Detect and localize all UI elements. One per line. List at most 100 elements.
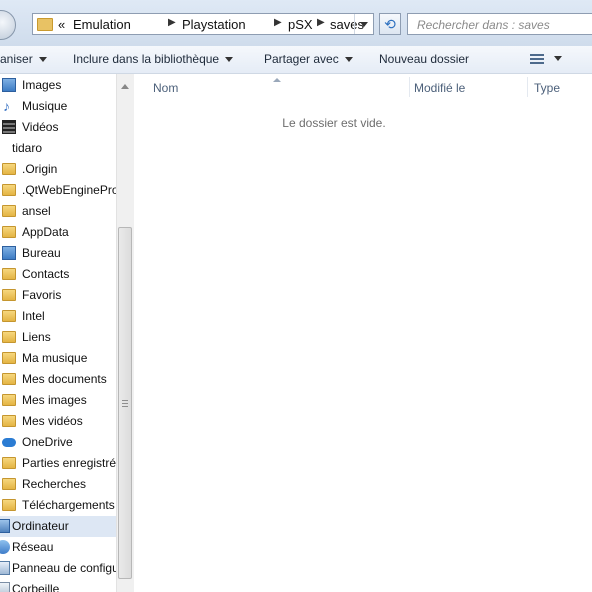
videos-library-icon — [2, 120, 16, 134]
nav-item-label: Réseau — [12, 540, 54, 554]
nav-item-panneau-configuration[interactable]: Panneau de configu — [0, 558, 116, 579]
column-divider[interactable] — [527, 77, 528, 97]
nav-item-label: Téléchargements — [22, 498, 115, 512]
chevron-down-icon[interactable] — [554, 56, 562, 65]
downloads-folder-icon — [2, 499, 16, 511]
include-library-button[interactable]: Inclure dans la bibliothèque — [73, 52, 234, 66]
nav-item-favoris[interactable]: Favoris — [0, 285, 116, 306]
nav-item-label: OneDrive — [22, 435, 73, 449]
nav-item-label: Favoris — [22, 288, 62, 302]
new-folder-button[interactable]: Nouveau dossier — [379, 52, 469, 66]
chevron-right-icon[interactable]: ▶ — [168, 17, 176, 28]
nav-item-ma-musique[interactable]: Ma musique — [0, 348, 116, 369]
breadcrumb-psx[interactable]: pSX — [288, 17, 313, 32]
music-folder-icon — [2, 352, 16, 364]
nav-item-label: Musique — [22, 99, 68, 113]
pictures-library-icon — [2, 78, 16, 92]
nav-item-label: .Origin — [22, 162, 58, 176]
nav-item-videos[interactable]: Vidéos — [0, 117, 116, 138]
folder-icon — [2, 184, 16, 196]
nav-item-label: AppData — [22, 225, 69, 239]
nav-item-musique[interactable]: ♪ Musique — [0, 96, 116, 117]
nav-item-label: Intel — [22, 309, 45, 323]
scroll-thumb[interactable] — [118, 227, 132, 579]
nav-item-contacts[interactable]: Contacts — [0, 264, 116, 285]
view-options-icon[interactable] — [530, 54, 544, 65]
nav-item-label: ansel — [22, 204, 51, 218]
column-divider[interactable] — [409, 77, 410, 97]
share-with-button[interactable]: Partager avec — [264, 52, 353, 66]
computer-icon — [0, 519, 10, 533]
nav-item-label: Mes documents — [22, 372, 107, 386]
nav-item-label: Vidéos — [22, 120, 59, 134]
nav-item-origin[interactable]: .Origin — [0, 159, 116, 180]
column-header-name[interactable]: Nom — [153, 81, 178, 95]
nav-item-label: Contacts — [22, 267, 70, 281]
chevron-down-icon — [225, 57, 234, 66]
breadcrumb-playstation[interactable]: Playstation — [182, 17, 246, 32]
control-panel-icon — [0, 561, 10, 575]
nav-item-bureau[interactable]: Bureau — [0, 243, 116, 264]
favorites-folder-icon — [2, 289, 16, 301]
nav-item-reseau[interactable]: Réseau — [0, 537, 116, 558]
nav-item-label: tidaro — [12, 141, 43, 155]
nav-item-label: Bureau — [22, 246, 61, 260]
nav-item-label: Mes vidéos — [22, 414, 83, 428]
nav-item-mes-images[interactable]: Mes images — [0, 390, 116, 411]
nav-item-telechargements[interactable]: Téléchargements — [0, 495, 116, 516]
contacts-folder-icon — [2, 268, 16, 280]
folder-icon — [2, 226, 16, 238]
nav-item-mes-documents[interactable]: Mes documents — [0, 369, 116, 390]
folder-icon — [37, 18, 53, 31]
nav-item-label: Ordinateur — [12, 519, 69, 533]
back-button[interactable] — [0, 10, 16, 40]
nav-item-label: Mes images — [22, 393, 87, 407]
nav-item-label: Recherches — [22, 477, 87, 491]
empty-folder-message: Le dossier est vide. — [134, 116, 592, 130]
nav-item-mes-videos[interactable]: Mes vidéos — [0, 411, 116, 432]
column-header-modified[interactable]: Modifié le — [414, 81, 465, 95]
music-library-icon: ♪ — [3, 98, 10, 114]
nav-item-onedrive[interactable]: OneDrive — [0, 432, 116, 453]
share-with-label: Partager avec — [264, 52, 339, 66]
breadcrumb-overflow[interactable]: « — [58, 17, 65, 32]
command-bar: aniser Inclure dans la bibliothèque Part… — [0, 46, 592, 74]
scroll-up-arrow-icon[interactable] — [121, 80, 129, 89]
nav-item-recherches[interactable]: Recherches — [0, 474, 116, 495]
nav-item-ordinateur[interactable]: Ordinateur — [0, 516, 116, 537]
chevron-right-icon[interactable]: ▶ — [274, 17, 282, 28]
search-input[interactable]: Rechercher dans : saves — [407, 13, 592, 35]
nav-item-tidaro[interactable]: tidaro — [0, 138, 116, 159]
grip-icon — [122, 400, 128, 407]
recycle-bin-icon — [0, 582, 10, 592]
address-dropdown-button[interactable] — [354, 14, 373, 34]
nav-item-intel[interactable]: Intel — [0, 306, 116, 327]
search-placeholder: Rechercher dans : saves — [417, 18, 550, 32]
nav-item-appdata[interactable]: AppData — [0, 222, 116, 243]
chevron-right-icon[interactable]: ▶ — [317, 17, 325, 28]
sort-indicator-icon — [273, 74, 281, 82]
column-header-type[interactable]: Type — [534, 81, 560, 95]
videos-folder-icon — [2, 415, 16, 427]
nav-item-ansel[interactable]: ansel — [0, 201, 116, 222]
nav-item-liens[interactable]: Liens — [0, 327, 116, 348]
links-folder-icon — [2, 331, 16, 343]
file-list-pane[interactable]: Nom Modifié le Type Le dossier est vide. — [134, 74, 592, 592]
onedrive-cloud-icon — [2, 438, 16, 447]
organize-label: aniser — [0, 52, 33, 66]
organize-button[interactable]: aniser — [0, 52, 47, 66]
searches-folder-icon — [2, 478, 16, 490]
nav-item-images[interactable]: Images — [0, 75, 116, 96]
nav-item-label: Liens — [22, 330, 51, 344]
navigation-scrollbar[interactable] — [116, 74, 134, 592]
nav-item-qtwebengine[interactable]: .QtWebEnginePro — [0, 180, 116, 201]
saved-games-folder-icon — [2, 457, 16, 469]
pictures-folder-icon — [2, 394, 16, 406]
empty-folder-text: Le dossier est vide. — [282, 116, 386, 130]
breadcrumb[interactable]: « Emulation ▶ Playstation ▶ pSX ▶ saves — [32, 13, 374, 35]
refresh-icon[interactable]: ⟲ — [379, 13, 401, 35]
nav-item-corbeille[interactable]: Corbeille — [0, 579, 116, 592]
breadcrumb-emulation[interactable]: Emulation — [73, 17, 131, 32]
chevron-down-icon — [344, 57, 353, 66]
nav-item-parties-enregistrees[interactable]: Parties enregistrée — [0, 453, 116, 474]
